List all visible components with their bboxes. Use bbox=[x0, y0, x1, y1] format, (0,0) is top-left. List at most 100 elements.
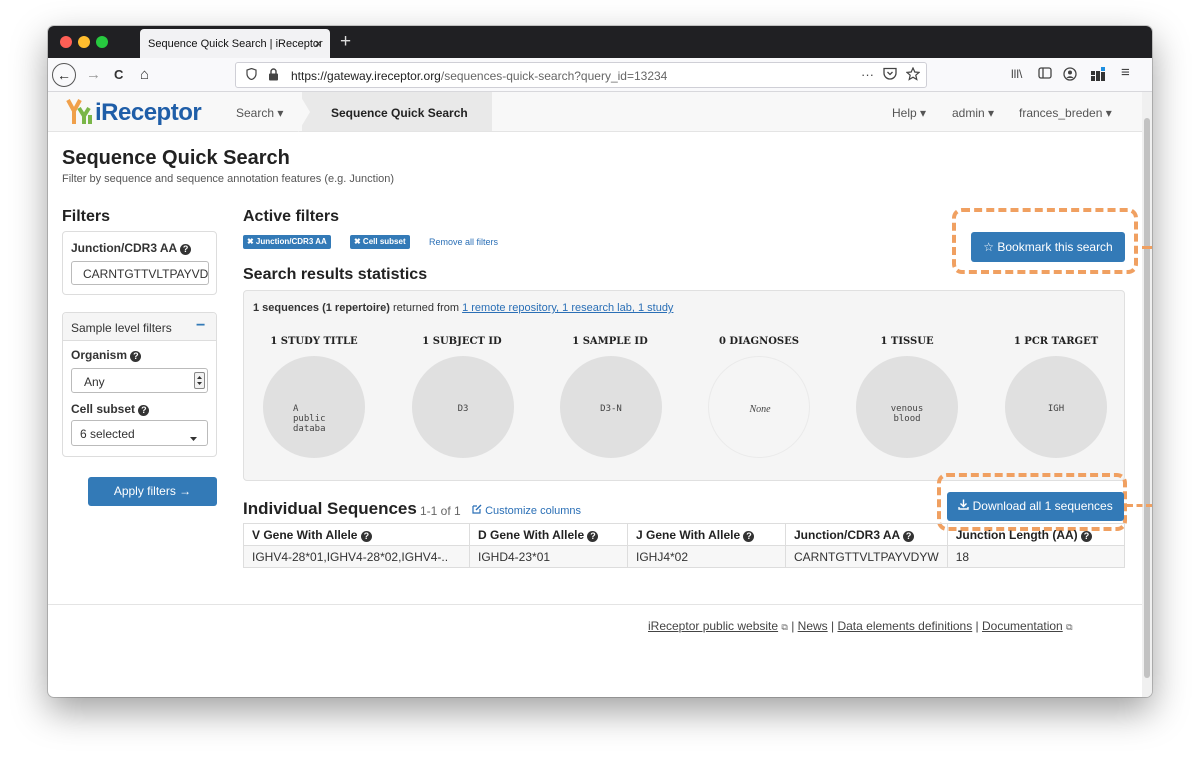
extensions-icon[interactable] bbox=[1091, 67, 1107, 84]
help-icon[interactable]: ? bbox=[130, 351, 142, 362]
stat-value-sample-id: D3-N bbox=[600, 404, 622, 414]
stat-label-sample-id: 1 SAMPLE ID bbox=[572, 336, 648, 347]
ireceptor-logo[interactable]: iReceptor bbox=[65, 96, 202, 131]
stats-summary-link[interactable]: 1 remote repository, 1 research lab, 1 s… bbox=[462, 302, 673, 314]
table-cell: IGHV4-28*01,IGHV4-28*02,IGHV4-.. bbox=[243, 545, 470, 568]
site-header: iReceptor Search ▾ Sequence Quick Search… bbox=[48, 92, 1142, 132]
junction-input[interactable]: CARNTGTTVLTPAYVD bbox=[71, 261, 209, 285]
active-filter-chip-cell-subset[interactable]: ✖ Cell subset bbox=[350, 235, 410, 249]
footer-links: iReceptor public website ⧉ | News | Data… bbox=[648, 619, 1073, 633]
bookmark-callout-line bbox=[1142, 246, 1152, 249]
sequences-heading: Individual Sequences bbox=[243, 499, 417, 518]
sidebar-icon[interactable] bbox=[1038, 67, 1052, 82]
stat-label-pcr-target: 1 PCR TARGET bbox=[1013, 336, 1099, 347]
download-icon bbox=[958, 499, 969, 510]
minimize-window-button[interactable] bbox=[78, 36, 90, 48]
table-header-row: V Gene With Allele ? D Gene With Allele … bbox=[243, 523, 1126, 546]
filters-heading: Filters bbox=[62, 208, 111, 225]
stat-circle-tissue[interactable]: venous blood bbox=[856, 356, 958, 458]
stat-label-subject-id: 1 SUBJECT ID bbox=[422, 336, 502, 347]
stat-value-tissue: venous blood bbox=[890, 404, 924, 424]
cell-subset-select[interactable]: 6 selected bbox=[71, 420, 208, 446]
column-header-j-gene[interactable]: J Gene With Allele ? bbox=[627, 523, 786, 546]
download-sequences-button[interactable]: Download all 1 sequences bbox=[947, 492, 1124, 521]
stat-circle-pcr-target[interactable]: IGH bbox=[1005, 356, 1107, 458]
sequences-table: V Gene With Allele ? D Gene With Allele … bbox=[243, 523, 1126, 568]
page-actions-icon[interactable]: ··· bbox=[861, 67, 874, 82]
nav-search-dropdown[interactable]: Search ▾ bbox=[236, 106, 283, 120]
junction-filter-label: Junction/CDR3 AA ? bbox=[71, 241, 192, 255]
help-icon[interactable]: ? bbox=[1081, 530, 1093, 542]
apply-filters-button[interactable]: Apply filters → bbox=[88, 477, 217, 506]
help-icon[interactable]: ? bbox=[903, 530, 915, 542]
column-header-junction-length[interactable]: Junction Length (AA) ? bbox=[946, 523, 1126, 546]
tab-close-icon[interactable]: × bbox=[314, 36, 322, 51]
stat-label-diagnoses: 0 DIAGNOSES bbox=[718, 336, 799, 347]
back-button[interactable]: ← bbox=[52, 63, 76, 87]
footer-definitions-link[interactable]: Data elements definitions bbox=[837, 619, 972, 633]
stats-heading: Search results statistics bbox=[243, 266, 428, 283]
bookmark-search-button[interactable]: ☆ Bookmark this search bbox=[971, 232, 1125, 262]
stat-value-study-title: A public databa bbox=[293, 404, 326, 434]
pocket-icon[interactable] bbox=[883, 67, 897, 83]
maximize-window-button[interactable] bbox=[96, 36, 108, 48]
library-icon[interactable]: lll\ bbox=[1011, 67, 1022, 81]
help-icon[interactable]: ? bbox=[743, 530, 755, 542]
stats-summary: 1 sequences (1 repertoire) returned from… bbox=[253, 302, 673, 314]
help-icon[interactable]: ? bbox=[138, 405, 150, 416]
stat-label-tissue: 1 TISSUE bbox=[880, 336, 934, 347]
column-header-label: Junction Length (AA) bbox=[955, 527, 1078, 542]
table-cell: CARNTGTTVLTPAYVDYW bbox=[785, 545, 948, 568]
address-bar[interactable]: https://gateway.ireceptor.org/sequences-… bbox=[235, 62, 927, 88]
menu-icon[interactable]: ≡ bbox=[1121, 64, 1130, 81]
reload-button[interactable]: C bbox=[114, 67, 123, 82]
nav-help-dropdown[interactable]: Help ▾ bbox=[892, 106, 926, 120]
collapse-icon[interactable]: − bbox=[196, 317, 205, 335]
account-icon[interactable] bbox=[1063, 67, 1077, 84]
bookmark-star-icon[interactable] bbox=[905, 66, 921, 84]
help-icon[interactable]: ? bbox=[180, 244, 192, 255]
stat-circle-diagnoses[interactable]: None bbox=[708, 356, 810, 458]
footer-documentation-link[interactable]: Documentation bbox=[982, 619, 1063, 633]
cell-subset-select-value: 6 selected bbox=[80, 427, 135, 441]
table-row[interactable]: IGHV4-28*01,IGHV4-28*02,IGHV4-.. IGHD4-2… bbox=[243, 545, 1126, 568]
close-window-button[interactable] bbox=[60, 36, 72, 48]
stat-circle-study-title[interactable]: A public databa bbox=[263, 356, 365, 458]
organism-label: Organism ? bbox=[71, 348, 142, 362]
help-icon[interactable]: ? bbox=[360, 530, 372, 542]
logo-text: iReceptor bbox=[95, 99, 202, 126]
help-icon[interactable]: ? bbox=[587, 530, 599, 542]
page-scrollbar[interactable] bbox=[1142, 92, 1152, 697]
remove-all-filters-link[interactable]: Remove all filters bbox=[429, 237, 498, 247]
scrollbar-thumb[interactable] bbox=[1144, 118, 1150, 678]
stat-label-study-title: 1 STUDY TITLE bbox=[270, 336, 358, 347]
forward-button[interactable]: → bbox=[86, 66, 101, 83]
organism-select[interactable]: Any bbox=[71, 368, 208, 393]
nav-user-dropdown[interactable]: frances_breden ▾ bbox=[1019, 106, 1112, 120]
footer-website-link[interactable]: iReceptor public website bbox=[648, 619, 778, 633]
customize-columns-link[interactable]: Customize columns bbox=[472, 504, 581, 517]
organism-select-value: Any bbox=[84, 375, 105, 389]
home-button[interactable]: ⌂ bbox=[140, 66, 149, 83]
column-header-d-gene[interactable]: D Gene With Allele ? bbox=[469, 523, 628, 546]
stats-panel bbox=[243, 290, 1125, 481]
customize-columns-label: Customize columns bbox=[485, 505, 582, 517]
footer-news-link[interactable]: News bbox=[798, 619, 828, 633]
url-text: https://gateway.ireceptor.org/sequences-… bbox=[291, 69, 667, 83]
stat-circle-subject-id[interactable]: D3 bbox=[412, 356, 514, 458]
lock-icon[interactable] bbox=[268, 68, 279, 84]
new-tab-button[interactable]: + bbox=[340, 31, 351, 53]
sample-filters-header[interactable]: Sample level filters − bbox=[63, 313, 216, 341]
stat-circle-sample-id[interactable]: D3-N bbox=[560, 356, 662, 458]
active-filter-chip-junction[interactable]: ✖ Junction/CDR3 AA bbox=[243, 235, 331, 249]
column-header-v-gene[interactable]: V Gene With Allele ? bbox=[243, 523, 470, 546]
browser-tab[interactable]: Sequence Quick Search | iReceptor × bbox=[140, 29, 330, 58]
stat-value-pcr-target: IGH bbox=[1047, 404, 1065, 414]
nav-admin-dropdown[interactable]: admin ▾ bbox=[952, 106, 994, 120]
url-host: https://gateway.ireceptor.org bbox=[291, 69, 441, 83]
edit-icon bbox=[472, 504, 482, 514]
shield-icon[interactable] bbox=[246, 67, 257, 83]
external-link-icon: ⧉ bbox=[1066, 622, 1073, 632]
select-stepper-icon[interactable] bbox=[194, 372, 205, 389]
column-header-junction[interactable]: Junction/CDR3 AA ? bbox=[785, 523, 948, 546]
